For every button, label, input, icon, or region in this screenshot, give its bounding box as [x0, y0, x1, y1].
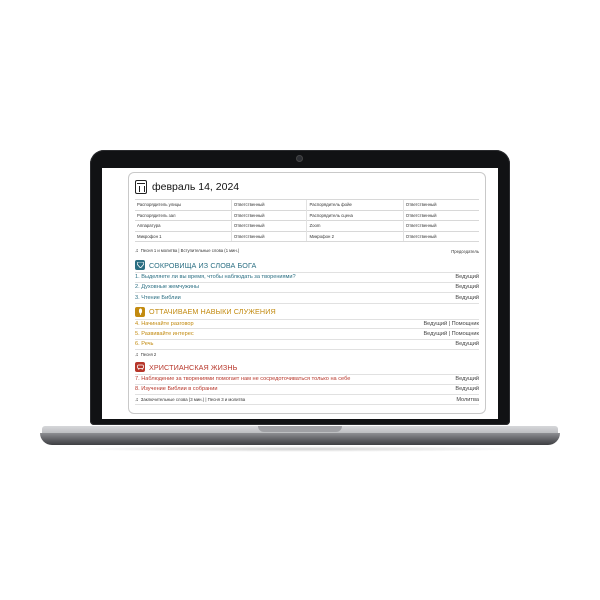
item-title: 3. Чтение Библии	[135, 294, 181, 301]
wheat-icon	[135, 306, 145, 317]
duty-value[interactable]: Ответственный	[230, 230, 307, 242]
duty-value[interactable]: Ответственный	[402, 209, 479, 221]
date-header: февраль 14, 2024	[135, 178, 479, 196]
opening-row: ♫ Песня 1 и молитва | Вступительные слова…	[135, 245, 479, 257]
item-title: 8. Изучение Библии в собрании	[135, 386, 218, 393]
opening-text: Песня 1 и молитва | Вступительные слова …	[140, 248, 240, 253]
item-assignee[interactable]: Ведущий	[455, 341, 479, 347]
item-title: 2. Духовные жемчужины	[135, 284, 199, 291]
item-assignee[interactable]: Ведущий	[455, 295, 479, 301]
item-assignee[interactable]: Ведущий | Помощник	[423, 321, 479, 327]
table-row: Распорядитель зал Ответственный Распоряд…	[135, 209, 479, 221]
item-assignee[interactable]: Ведущий	[455, 274, 479, 280]
meeting-date: февраль 14, 2024	[152, 181, 240, 193]
duty-value[interactable]: Ответственный	[402, 199, 479, 210]
section-title: СОКРОВИЩА ИЗ СЛОВА БОГА	[149, 260, 257, 270]
item-title: 5. Развивайте интерес	[135, 330, 194, 337]
list-item[interactable]: 4. Начинайте разговор Ведущий | Помощник	[135, 318, 479, 329]
item-title: 6. Речь	[135, 341, 154, 348]
closing-text: Заключительные слова (3 мин.) | Песня 3 …	[140, 396, 246, 402]
section-treasures-header: СОКРОВИЩА ИЗ СЛОВА БОГА	[135, 258, 479, 272]
list-item[interactable]: 8. Изучение Библии в собрании Ведущий	[135, 385, 479, 395]
sheep-icon	[135, 362, 145, 372]
laptop-screen: февраль 14, 2024 Распорядитель улицы Отв…	[102, 168, 498, 419]
duty-label: Аппаратура	[135, 220, 232, 231]
laptop-notch	[258, 426, 342, 432]
webcam-icon	[296, 155, 303, 162]
duty-label: Распорядитель сцена	[306, 209, 404, 221]
laptop-base	[40, 433, 560, 445]
gem-icon	[135, 260, 145, 270]
table-row: Распорядитель улицы Ответственный Распор…	[135, 199, 479, 210]
item-assignee[interactable]: Ведущий | Помощник	[423, 331, 479, 337]
duty-label: Микрофон 2	[306, 230, 404, 242]
duty-label: Zoom	[306, 220, 404, 231]
section-ministry-header: ОТТАЧИВАЕМ НАВЫКИ СЛУЖЕНИЯ	[135, 305, 479, 319]
list-item[interactable]: 7. Наблюдение за творениями помогает нам…	[135, 374, 479, 385]
closing-assignee[interactable]: Молитва	[456, 397, 479, 403]
list-item[interactable]: 3. Чтение Библии Ведущий	[135, 293, 479, 304]
list-item[interactable]: 1. Выделяете ли вы время, чтобы наблюдат…	[135, 272, 479, 283]
table-row: Микрофон 1 Ответственный Микрофон 2 Отве…	[135, 230, 479, 242]
list-item[interactable]: 6. Речь Ведущий	[135, 340, 479, 350]
duty-label: Распорядитель улицы	[135, 199, 232, 210]
table-row: Аппаратура Ответственный Zoom Ответствен…	[135, 220, 479, 231]
item-assignee[interactable]: Ведущий	[455, 386, 479, 392]
item-title: 4. Начинайте разговор	[135, 320, 194, 327]
duty-label: Распорядитель зал	[135, 209, 232, 221]
list-item[interactable]: 5. Развивайте интерес Ведущий | Помощник	[135, 329, 479, 340]
duty-label: Распорядитель фойе	[306, 199, 404, 210]
song-text: Песня 2	[140, 351, 157, 357]
list-item[interactable]: 2. Духовные жемчужины Ведущий	[135, 283, 479, 293]
item-assignee[interactable]: Ведущий	[455, 284, 479, 290]
duty-value[interactable]: Ответственный	[402, 230, 479, 242]
item-title: 7. Наблюдение за творениями помогает нам…	[135, 376, 351, 383]
section-living-header: ХРИСТИАНСКАЯ ЖИЗНЬ	[135, 360, 479, 374]
duty-value[interactable]: Ответственный	[230, 209, 307, 221]
section-title: ОТТАЧИВАЕМ НАВЫКИ СЛУЖЕНИЯ	[149, 307, 276, 316]
music-note-icon: ♫	[135, 248, 139, 254]
music-note-icon: ♫	[135, 396, 139, 403]
product-scene: февраль 14, 2024 Распорядитель улицы Отв…	[0, 0, 600, 600]
item-assignee[interactable]: Ведущий	[455, 376, 479, 382]
meeting-schedule-card: февраль 14, 2024 Распорядитель улицы Отв…	[128, 172, 486, 414]
closing-row: ♫ Заключительные слова (3 мин.) | Песня 3…	[135, 395, 479, 405]
duty-value[interactable]: Ответственный	[230, 199, 307, 210]
laptop-shadow	[70, 446, 530, 452]
duty-label: Микрофон 1	[135, 230, 232, 242]
opening-assignee[interactable]: Председатель	[451, 249, 479, 254]
duty-value[interactable]: Ответственный	[230, 220, 307, 231]
duty-value[interactable]: Ответственный	[402, 220, 479, 231]
song-row: ♫ Песня 2	[135, 350, 479, 359]
item-title: 1. Выделяете ли вы время, чтобы наблюдат…	[135, 274, 296, 281]
section-title: ХРИСТИАНСКАЯ ЖИЗНЬ	[149, 362, 238, 372]
calendar-icon	[135, 180, 147, 194]
music-note-icon: ♫	[135, 351, 139, 358]
duties-table: Распорядитель улицы Ответственный Распор…	[135, 199, 479, 242]
